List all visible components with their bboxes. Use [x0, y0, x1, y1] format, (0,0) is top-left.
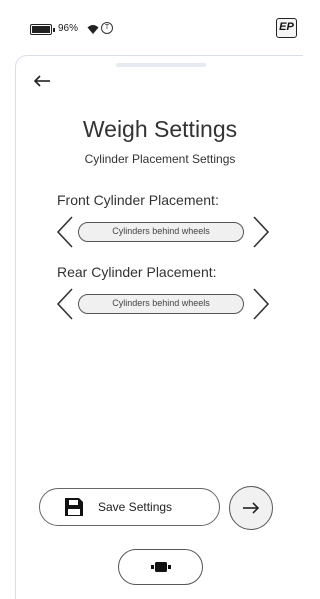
status-circle-icon: T [101, 22, 113, 34]
sheet-handle[interactable] [116, 63, 206, 67]
battery-icon [30, 24, 55, 35]
arrow-right-icon [243, 502, 260, 514]
wifi-icon [87, 25, 99, 34]
page-title: Weigh Settings [82, 116, 238, 142]
front-placement-selector[interactable]: Cylinders behind wheels [78, 222, 244, 242]
save-settings-button[interactable]: Save Settings [39, 488, 220, 526]
ep-logo: EP [276, 18, 297, 38]
rear-placement-selector[interactable]: Cylinders behind wheels [78, 294, 244, 314]
status-bar: 96% T EP [0, 0, 303, 44]
rear-next-chevron-icon[interactable] [252, 288, 270, 320]
rear-placement-label: Rear Cylinder Placement: [57, 264, 217, 280]
front-placement-label: Front Cylinder Placement: [57, 192, 219, 208]
back-arrow-icon[interactable] [33, 74, 51, 88]
save-settings-label: Save Settings [98, 500, 173, 514]
page-subtitle: Cylinder Placement Settings [84, 152, 236, 166]
next-button[interactable] [229, 486, 273, 530]
rollers-button[interactable] [118, 549, 203, 585]
front-next-chevron-icon[interactable] [252, 216, 270, 248]
battery-percent: 96% [58, 23, 79, 34]
floppy-disk-icon [65, 498, 83, 516]
rollers-icon [151, 562, 171, 572]
app-screen: 96% T EP Weigh Settings Cylinder Placeme… [0, 0, 303, 599]
front-prev-chevron-icon[interactable] [56, 216, 74, 248]
rear-prev-chevron-icon[interactable] [56, 288, 74, 320]
